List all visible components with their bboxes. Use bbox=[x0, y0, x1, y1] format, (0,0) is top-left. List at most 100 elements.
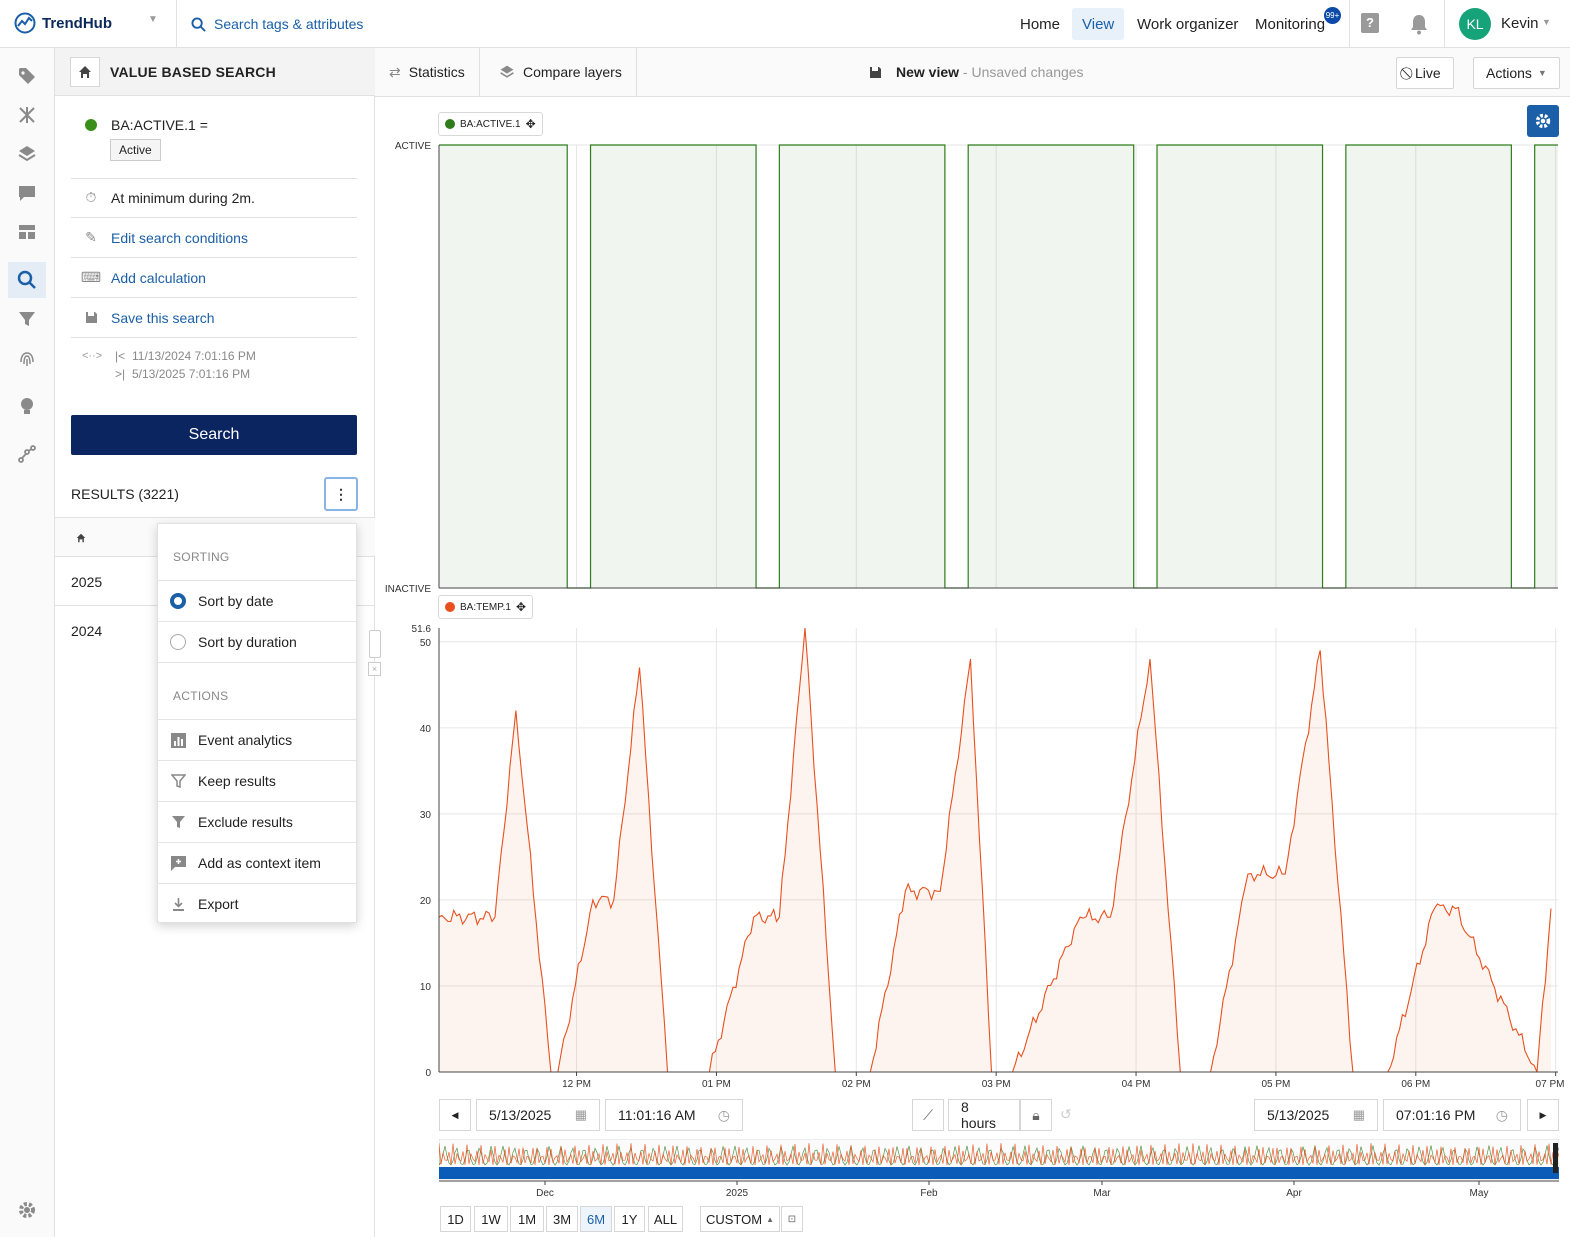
overview-tick-label: May bbox=[1470, 1188, 1489, 1199]
search-icon[interactable] bbox=[8, 262, 46, 298]
actions-button[interactable]: Actions ▼ bbox=[1473, 57, 1560, 89]
user-menu-chevron-icon[interactable]: ▼ bbox=[1542, 17, 1551, 27]
search-button[interactable]: Search bbox=[71, 415, 357, 455]
y-label-active: ACTIVE bbox=[395, 141, 431, 152]
edit-conditions-row[interactable]: ✎ Edit search conditions bbox=[71, 218, 357, 258]
home-icon[interactable] bbox=[76, 533, 86, 543]
download-icon bbox=[170, 896, 186, 912]
tag-name[interactable]: BA:ACTIVE.1 = bbox=[111, 117, 208, 133]
tag-icon[interactable] bbox=[8, 58, 46, 94]
start-time-input[interactable]: 11:01:16 AM ◷ bbox=[605, 1099, 743, 1131]
nav-home[interactable]: Home bbox=[1010, 8, 1070, 40]
clock-icon[interactable]: ◷ bbox=[718, 1107, 730, 1124]
event-analytics-option[interactable]: Event analytics bbox=[158, 719, 358, 760]
filter-keep-icon bbox=[170, 773, 186, 789]
add-calculation-row[interactable]: ⌨ Add calculation bbox=[71, 258, 357, 298]
avatar[interactable]: KL bbox=[1459, 8, 1491, 40]
help-icon[interactable]: ? bbox=[1361, 13, 1379, 33]
keep-results-option[interactable]: Keep results bbox=[158, 760, 358, 801]
edit-conditions-link[interactable]: Edit search conditions bbox=[111, 230, 248, 246]
sort-by-duration-option[interactable]: Sort by duration bbox=[158, 621, 358, 662]
range-1y[interactable]: 1Y bbox=[614, 1206, 645, 1232]
export-option[interactable]: Export bbox=[158, 883, 358, 924]
user-name[interactable]: Kevin bbox=[1501, 15, 1539, 32]
y-tick-label: 0 bbox=[425, 1068, 431, 1079]
chart-area: BA:ACTIVE.1 ✥ BA:TEMP.1 ✥ ACTIVE INACTIVE… bbox=[375, 97, 1570, 1237]
custom-range-select[interactable]: CUSTOM ▲ bbox=[700, 1206, 780, 1232]
app-logo[interactable]: TrendHub bbox=[14, 12, 112, 34]
range-1w[interactable]: 1W bbox=[474, 1206, 508, 1232]
save-search-link[interactable]: Save this search bbox=[111, 310, 215, 326]
comment-icon[interactable] bbox=[8, 175, 46, 211]
fingerprint-icon[interactable] bbox=[8, 340, 46, 376]
history-icon[interactable]: ↺ bbox=[1060, 1106, 1072, 1123]
overview-tick-label: Mar bbox=[1093, 1188, 1111, 1199]
end-date-input[interactable]: 5/13/2025 ▦ bbox=[1254, 1099, 1378, 1131]
calendar-icon[interactable]: ▦ bbox=[575, 1107, 587, 1123]
chevron-down-icon[interactable]: ▼ bbox=[148, 14, 158, 25]
year-2025[interactable]: 2025 bbox=[71, 574, 102, 590]
results-options-menu: SORTING Sort by date Sort by duration AC… bbox=[157, 523, 358, 924]
layers-icon[interactable] bbox=[8, 136, 46, 172]
range-1m[interactable]: 1M bbox=[510, 1206, 544, 1232]
x-tick-label: 05 PM bbox=[1261, 1079, 1290, 1090]
filter-icon[interactable] bbox=[8, 301, 46, 337]
range-6m[interactable]: 6M bbox=[580, 1206, 612, 1232]
range-start-marker: |< bbox=[115, 349, 126, 363]
nav-monitoring[interactable]: Monitoring bbox=[1245, 8, 1335, 40]
calendar-icon[interactable]: ▦ bbox=[1353, 1107, 1365, 1123]
add-calculation-link[interactable]: Add calculation bbox=[111, 270, 206, 286]
tag-value-chip[interactable]: Active bbox=[110, 139, 161, 161]
graph-icon[interactable] bbox=[8, 436, 46, 472]
home-button[interactable] bbox=[70, 57, 100, 87]
range-start: 11/13/2024 7:01:16 PM bbox=[132, 349, 256, 363]
chart-type-button[interactable]: ⟋ bbox=[912, 1099, 944, 1131]
active-area bbox=[439, 145, 1558, 588]
start-date-input[interactable]: 5/13/2025 ▦ bbox=[476, 1099, 600, 1131]
network-icon[interactable] bbox=[8, 97, 46, 133]
save-icon[interactable] bbox=[869, 66, 882, 79]
nav-work-organizer[interactable]: Work organizer bbox=[1127, 8, 1248, 40]
range-all[interactable]: ALL bbox=[648, 1206, 683, 1232]
prev-range-button[interactable]: ◀ bbox=[439, 1099, 471, 1131]
clock-icon[interactable]: ◷ bbox=[1496, 1107, 1508, 1124]
add-comment-icon bbox=[170, 855, 186, 871]
year-2024[interactable]: 2024 bbox=[71, 623, 102, 639]
start-date-value: 5/13/2025 bbox=[489, 1107, 552, 1123]
live-label: Live bbox=[1415, 65, 1441, 81]
range-3m[interactable]: 3M bbox=[546, 1206, 578, 1232]
bell-icon[interactable] bbox=[1409, 13, 1429, 35]
add-context-item-option[interactable]: Add as context item bbox=[158, 842, 358, 883]
statistics-button[interactable]: ⇄ Statistics bbox=[375, 48, 480, 96]
results-menu-button[interactable]: ⋮ bbox=[324, 477, 358, 511]
x-tick-label: 02 PM bbox=[842, 1079, 871, 1090]
panel-title: VALUE BASED SEARCH bbox=[110, 64, 276, 80]
line-chart-icon: ⟋ bbox=[923, 1106, 933, 1123]
fit-range-icon[interactable]: ⊡ bbox=[781, 1206, 803, 1232]
save-search-row[interactable]: Save this search bbox=[71, 298, 357, 338]
sort-by-date-option[interactable]: Sort by date bbox=[158, 580, 358, 621]
overview-tick-label: Apr bbox=[1286, 1188, 1302, 1199]
x-tick-label: 06 PM bbox=[1401, 1079, 1430, 1090]
pencil-icon: ✎ bbox=[85, 229, 97, 245]
duration-select[interactable]: 8 hours bbox=[948, 1099, 1020, 1131]
radio-icon[interactable] bbox=[170, 634, 186, 650]
add-context-label: Add as context item bbox=[198, 855, 321, 871]
global-search[interactable]: Search tags & attributes bbox=[176, 0, 363, 48]
end-time-input[interactable]: 07:01:16 PM ◷ bbox=[1383, 1099, 1521, 1131]
nav-view[interactable]: View bbox=[1072, 8, 1125, 40]
view-toolbar: ⇄ Statistics Compare layers New view - U… bbox=[375, 48, 1570, 97]
radio-selected-icon[interactable] bbox=[170, 593, 186, 609]
dashboard-icon[interactable] bbox=[8, 214, 46, 250]
gear-icon[interactable] bbox=[8, 1192, 46, 1228]
lightbulb-icon[interactable] bbox=[8, 388, 46, 424]
live-button[interactable]: ⃠ Live bbox=[1396, 57, 1454, 89]
trend-charts[interactable]: ACTIVE INACTIVE 0 10 20 30 40 50 51.6 12 PM 01 PM 0… bbox=[375, 97, 1570, 1097]
next-range-button[interactable]: ▶ bbox=[1527, 1099, 1559, 1131]
exclude-results-option[interactable]: Exclude results bbox=[158, 801, 358, 842]
overview-navigator[interactable]: Dec 2025 Feb Mar Apr May bbox=[439, 1139, 1559, 1203]
range-1d[interactable]: 1D bbox=[440, 1206, 471, 1232]
range-end: 5/13/2025 7:01:16 PM bbox=[132, 367, 251, 381]
lock-range-button[interactable]: 🔒︎ bbox=[1020, 1099, 1052, 1131]
compare-layers-button[interactable]: Compare layers bbox=[485, 48, 637, 96]
